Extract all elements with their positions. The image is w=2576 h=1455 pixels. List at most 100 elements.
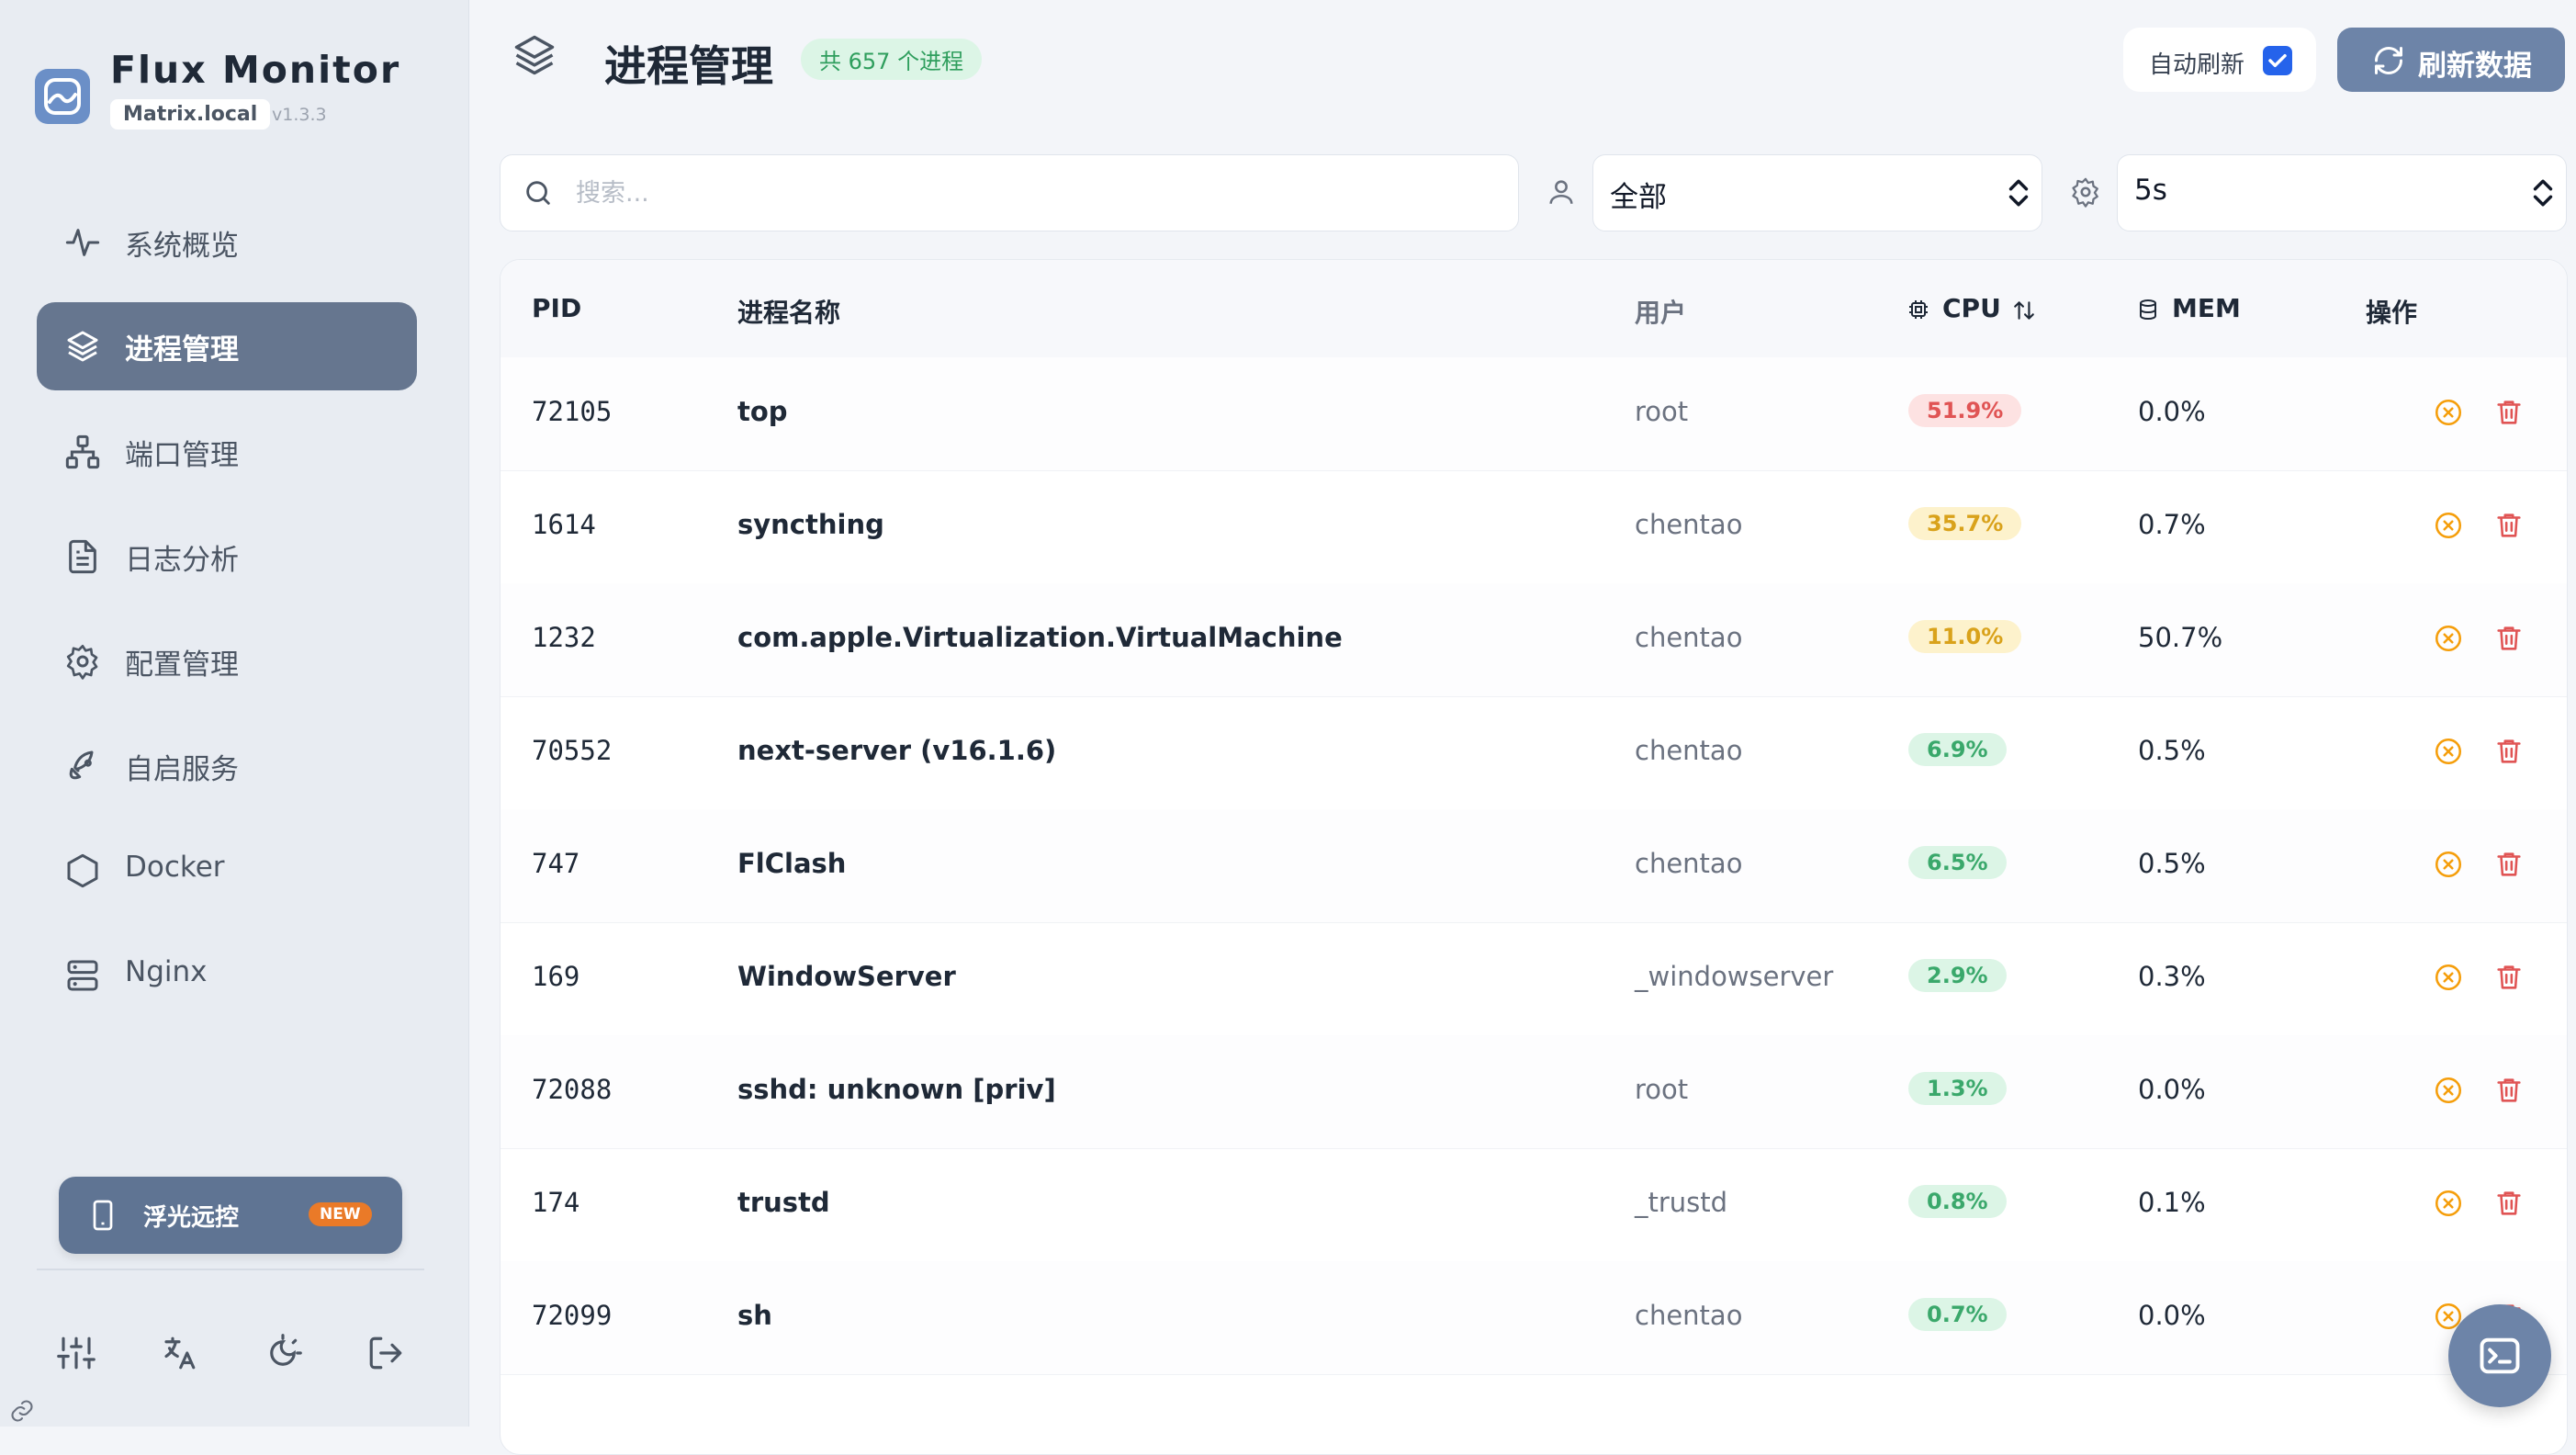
cpu-badge: 35.7% xyxy=(1908,507,2022,540)
table-row[interactable]: 747 FlClash chentao 6.5% 0.5% xyxy=(501,809,2567,923)
host-chip: Matrix.local xyxy=(110,99,271,130)
interval-select[interactable]: 5s xyxy=(2117,154,2567,231)
logo-icon xyxy=(44,78,81,115)
column-name[interactable]: 进程名称 xyxy=(737,293,840,330)
user-cell: root xyxy=(1635,1074,1689,1105)
logout-button[interactable] xyxy=(366,1334,405,1372)
process-name-cell: sshd: unknown [priv] xyxy=(737,1074,1056,1105)
user-cell: chentao xyxy=(1635,848,1743,879)
page-layers-icon xyxy=(511,31,558,79)
process-name-cell: next-server (v16.1.6) xyxy=(737,735,1057,766)
column-user[interactable]: 用户 xyxy=(1635,293,1686,330)
phone-icon xyxy=(93,1200,113,1231)
column-pid[interactable]: PID xyxy=(532,293,581,323)
layers-icon xyxy=(67,331,98,362)
pid-cell: 1614 xyxy=(532,509,596,540)
refresh-icon xyxy=(2375,47,2402,74)
promo-label: 浮光远控 xyxy=(143,1204,240,1232)
mem-cell: 0.5% xyxy=(2138,735,2206,766)
sidebar-item-processes[interactable]: 进程管理 xyxy=(37,302,417,390)
trash-icon[interactable] xyxy=(2493,736,2525,767)
trash-icon[interactable] xyxy=(2493,1075,2525,1106)
mem-cell: 0.1% xyxy=(2138,1187,2206,1218)
memory-icon xyxy=(2140,299,2156,321)
settings-sliders-button[interactable] xyxy=(57,1334,96,1372)
cpu-badge: 1.3% xyxy=(1908,1072,2007,1105)
auto-refresh-toggle[interactable]: 自动刷新 xyxy=(2123,28,2316,92)
sidebar-item-startup[interactable]: 自启服务 xyxy=(37,722,417,810)
cpu-badge: 2.9% xyxy=(1908,959,2007,992)
cpu-badge: 0.7% xyxy=(1908,1298,2007,1331)
trash-icon[interactable] xyxy=(2493,849,2525,880)
user-cell: _trustd xyxy=(1635,1187,1728,1218)
sidebar-item-logs[interactable]: 日志分析 xyxy=(37,513,417,601)
mem-cell: 0.0% xyxy=(2138,1074,2206,1105)
process-name-cell: syncthing xyxy=(737,509,884,540)
server-icon xyxy=(67,960,98,991)
sidebar-item-ports[interactable]: 端口管理 xyxy=(37,408,417,496)
cpu-badge: 0.8% xyxy=(1908,1185,2007,1218)
table-row[interactable]: 1232 com.apple.Virtualization.VirtualMach… xyxy=(501,583,2567,697)
sidebar-item-docker[interactable]: Docker xyxy=(37,827,417,915)
table-row[interactable]: 174 trustd _trustd 0.8% 0.1% xyxy=(501,1148,2567,1262)
sidebar-item-config[interactable]: 配置管理 xyxy=(37,617,417,705)
link-icon xyxy=(9,1398,35,1424)
column-cpu[interactable]: CPU xyxy=(1942,293,2001,323)
table-row[interactable]: 72088 sshd: unknown [priv] root 1.3% 0.0% xyxy=(501,1035,2567,1149)
sort-icon[interactable] xyxy=(2012,299,2036,322)
process-name-cell: com.apple.Virtualization.VirtualMachine xyxy=(737,622,1343,653)
remote-control-promo-button[interactable]: 浮光远控 NEW xyxy=(59,1177,402,1254)
refresh-data-button[interactable]: 刷新数据 xyxy=(2337,28,2565,92)
cpu-badge: 6.9% xyxy=(1908,733,2007,766)
kill-process-icon[interactable] xyxy=(2433,1075,2464,1106)
kill-process-icon[interactable] xyxy=(2433,849,2464,880)
pid-cell: 72088 xyxy=(532,1074,613,1105)
pid-cell: 174 xyxy=(532,1187,580,1218)
theme-toggle-icon xyxy=(270,1334,302,1366)
table-row[interactable]: 70552 next-server (v16.1.6) chentao 6.9% 0.5… xyxy=(501,696,2567,810)
user-cell: _windowserver xyxy=(1635,961,1834,992)
process-name-cell: WindowServer xyxy=(737,961,956,992)
search-input[interactable] xyxy=(574,172,1496,214)
sidebar-item-nginx[interactable]: Nginx xyxy=(37,931,417,1020)
language-button[interactable] xyxy=(160,1334,198,1372)
process-table: PID 进程名称 用户 CPU MEM 操作 72105 top root 51.9%… xyxy=(500,259,2568,1455)
user-icon xyxy=(1546,176,1577,208)
check-icon xyxy=(2268,53,2287,68)
column-mem[interactable]: MEM xyxy=(2172,293,2241,323)
refresh-button-label: 刷新数据 xyxy=(2418,50,2532,83)
sidebar-item-overview[interactable]: 系统概览 xyxy=(37,198,417,287)
kill-process-icon[interactable] xyxy=(2433,510,2464,541)
user-filter-select[interactable]: 全部 xyxy=(1592,154,2042,231)
cpu-badge: 6.5% xyxy=(1908,846,2007,879)
sidebar-item-label: Nginx xyxy=(125,955,208,988)
trash-icon[interactable] xyxy=(2493,397,2525,428)
kill-process-icon[interactable] xyxy=(2433,397,2464,428)
cpu-icon xyxy=(1909,300,1928,319)
terminal-fab-button[interactable] xyxy=(2448,1304,2551,1407)
auto-refresh-label: 自动刷新 xyxy=(2149,51,2245,79)
process-count-badge: 共 657 个进程 xyxy=(801,39,983,80)
table-row[interactable]: 72099 sh chentao 0.7% 0.0% xyxy=(501,1261,2567,1375)
trash-icon[interactable] xyxy=(2493,1188,2525,1219)
trash-icon[interactable] xyxy=(2493,623,2525,654)
mem-cell: 0.3% xyxy=(2138,961,2206,992)
kill-process-icon[interactable] xyxy=(2433,623,2464,654)
table-row[interactable]: 72105 top root 51.9% 0.0% xyxy=(501,357,2567,471)
settings-icon xyxy=(2070,176,2101,208)
trash-icon[interactable] xyxy=(2493,962,2525,993)
new-badge: NEW xyxy=(309,1202,372,1226)
user-cell: root xyxy=(1635,396,1689,427)
auto-refresh-checkbox[interactable] xyxy=(2263,46,2292,75)
table-row[interactable]: 1614 syncthing chentao 35.7% 0.7% xyxy=(501,470,2567,584)
theme-toggle-button[interactable] xyxy=(264,1334,302,1372)
activity-icon xyxy=(65,229,100,256)
kill-process-icon[interactable] xyxy=(2433,1188,2464,1219)
table-row[interactable]: 169 WindowServer _windowserver 2.9% 0.3% xyxy=(501,922,2567,1036)
kill-process-icon[interactable] xyxy=(2433,962,2464,993)
sidebar-item-label: 日志分析 xyxy=(125,544,239,577)
network-icon xyxy=(65,434,100,469)
hexagon-icon xyxy=(67,853,98,888)
trash-icon[interactable] xyxy=(2493,510,2525,541)
kill-process-icon[interactable] xyxy=(2433,736,2464,767)
